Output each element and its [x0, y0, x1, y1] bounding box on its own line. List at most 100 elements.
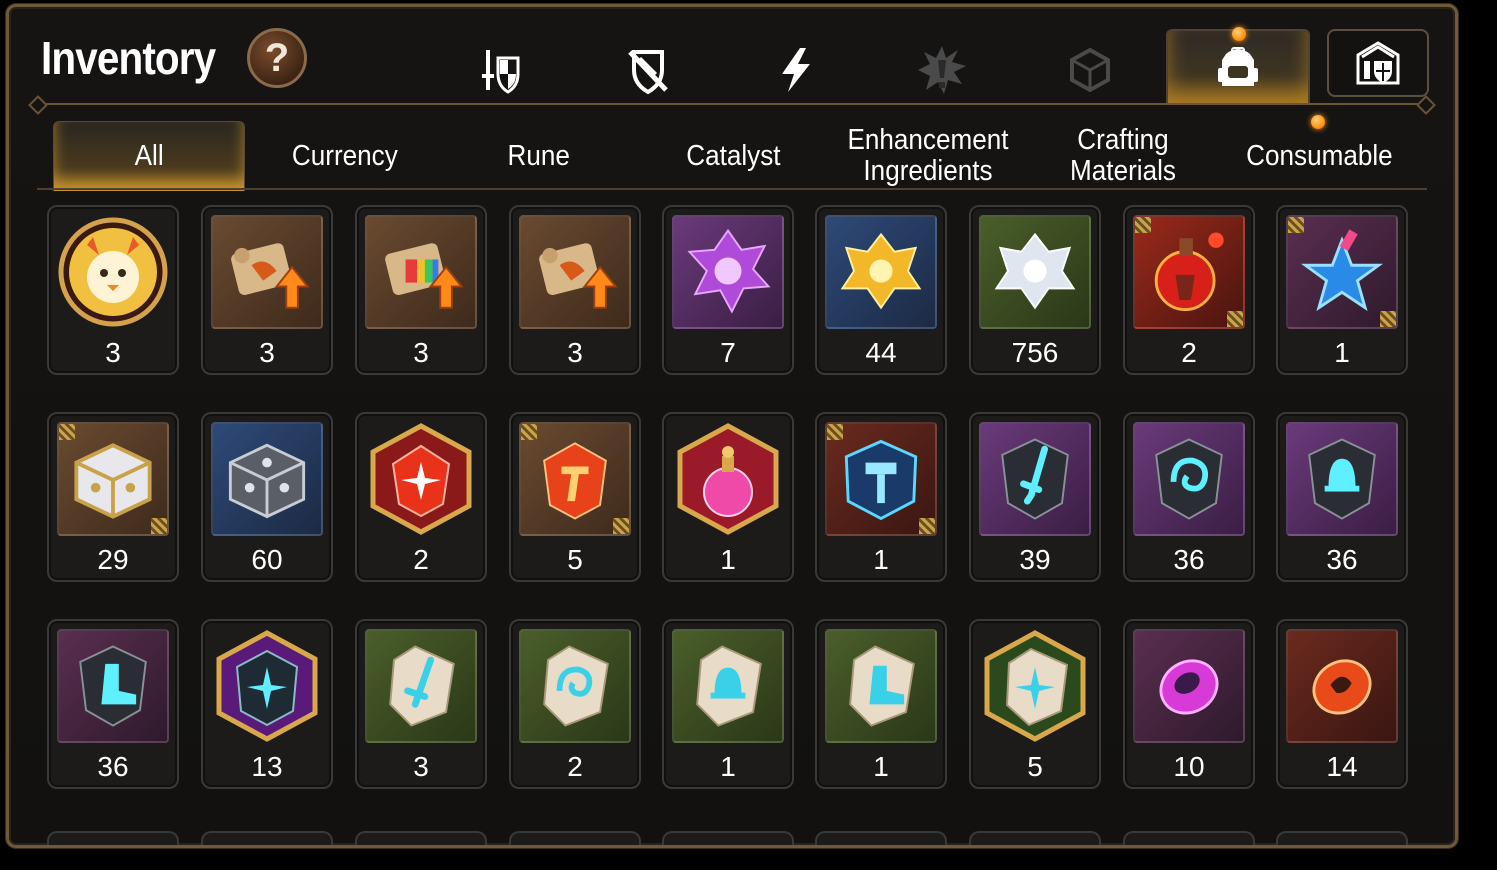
inventory-slot[interactable] [815, 831, 947, 845]
item-count: 14 [1326, 751, 1358, 782]
fire-orb-icon [1286, 629, 1398, 743]
inventory-slot[interactable]: 2 [509, 619, 641, 789]
question-icon: ? [264, 35, 290, 80]
inventory-slot[interactable]: 44 [815, 205, 947, 375]
pink-potion-hex-icon [672, 422, 784, 536]
subtab-enhancement-ingredients[interactable]: Enhancement Ingredients [833, 121, 1023, 191]
item-count: 3 [259, 337, 275, 368]
subtab-consumable[interactable]: Consumable [1219, 115, 1419, 191]
castle-shield-icon [1356, 41, 1400, 85]
hammer-stone-icon [825, 422, 937, 536]
item-count: 13 [251, 751, 283, 782]
notification-dot [1232, 27, 1246, 41]
inventory-slot[interactable]: 13 [201, 619, 333, 789]
inventory-slot[interactable] [355, 831, 487, 845]
purple-crystal-icon [672, 215, 784, 329]
tab-special[interactable] [907, 35, 977, 105]
item-count: 7 [720, 337, 736, 368]
inventory-slot[interactable] [662, 831, 794, 845]
inventory-slot[interactable] [47, 831, 179, 845]
inventory-slot[interactable]: 1 [662, 412, 794, 582]
lightning-icon [782, 48, 810, 92]
inventory-slot[interactable] [1123, 831, 1255, 845]
inventory-slot[interactable]: 1 [1276, 205, 1408, 375]
backpack-icon [1218, 47, 1258, 86]
inventory-slot[interactable] [969, 831, 1101, 845]
spiral-rune-stone-icon [1133, 422, 1245, 536]
inventory-slot[interactable]: 1 [815, 619, 947, 789]
inventory-slot[interactable]: 3 [355, 205, 487, 375]
star-rune-tablet-hex-icon [979, 629, 1091, 743]
item-count: 5 [1027, 751, 1043, 782]
inventory-slot[interactable]: 39 [969, 412, 1101, 582]
red-potion-icon [1133, 215, 1245, 329]
inventory-slot[interactable]: 36 [1123, 412, 1255, 582]
inventory-slot[interactable]: 2 [355, 412, 487, 582]
subtab-divider [37, 188, 1427, 190]
item-count: 5 [567, 544, 583, 575]
subtab-all[interactable]: All [53, 121, 245, 191]
notification-dot [1311, 115, 1325, 129]
inventory-slot[interactable]: 1 [815, 412, 947, 582]
inventory-slot[interactable]: 36 [1276, 412, 1408, 582]
scroll-upgrade-icon [519, 215, 631, 329]
inventory-slot[interactable]: 14 [1276, 619, 1408, 789]
inventory-slot[interactable]: 5 [969, 619, 1101, 789]
burst-icon [918, 46, 966, 94]
tab-speed[interactable] [761, 35, 831, 105]
cube-icon [1070, 47, 1110, 93]
subtab-currency[interactable]: Currency [255, 121, 435, 191]
frame-corner [1440, 830, 1455, 845]
inventory-slot[interactable]: 36 [47, 619, 179, 789]
inventory-slot[interactable] [1276, 831, 1408, 845]
item-count: 3 [105, 337, 121, 368]
inventory-slot[interactable]: 1 [662, 619, 794, 789]
tab-equipment[interactable] [467, 35, 537, 105]
item-count: 36 [1173, 544, 1205, 575]
boot-rune-tablet-icon [825, 629, 937, 743]
item-count: 39 [1019, 544, 1051, 575]
inventory-slot[interactable]: 3 [201, 205, 333, 375]
subtab-crafting-materials[interactable]: Crafting Materials [1033, 121, 1213, 191]
subtab-catalyst[interactable]: Catalyst [643, 121, 823, 191]
star-rune-hex-icon [211, 629, 323, 743]
bell-rune-tablet-icon [672, 629, 784, 743]
spiral-rune-tablet-icon [519, 629, 631, 743]
star-potion-icon [1286, 215, 1398, 329]
tab-gem[interactable] [1055, 35, 1125, 105]
tab-items[interactable] [1166, 27, 1310, 105]
frame-corner [1440, 7, 1455, 22]
gold-crystal-icon [825, 215, 937, 329]
inventory-slot[interactable]: 7 [662, 205, 794, 375]
inventory-slot[interactable]: 3 [509, 205, 641, 375]
inventory-slot[interactable] [201, 831, 333, 845]
header-divider [37, 103, 1427, 105]
inventory-slot[interactable]: 756 [969, 205, 1101, 375]
crossed-shield-icon [628, 50, 668, 95]
inventory-slot[interactable]: 5 [509, 412, 641, 582]
purple-orb-icon [1133, 629, 1245, 743]
tab-no-defense[interactable] [613, 35, 683, 105]
red-rune-hex-icon [365, 422, 477, 536]
item-count: 1 [720, 751, 736, 782]
tab-storage[interactable] [1327, 29, 1429, 97]
item-count: 10 [1173, 751, 1205, 782]
inventory-slot[interactable] [509, 831, 641, 845]
inventory-slot[interactable]: 2 [1123, 205, 1255, 375]
inventory-slot[interactable]: 3 [355, 619, 487, 789]
item-count: 2 [1181, 337, 1197, 368]
item-count: 44 [865, 337, 897, 368]
item-count: 1 [1334, 337, 1350, 368]
inventory-slot[interactable]: 29 [47, 412, 179, 582]
item-count: 2 [567, 751, 583, 782]
item-count: 1 [720, 544, 736, 575]
inventory-slot[interactable]: 60 [201, 412, 333, 582]
inventory-slot[interactable]: 3 [47, 205, 179, 375]
help-button[interactable]: ? [247, 28, 307, 88]
item-count: 2 [413, 544, 429, 575]
inventory-slot[interactable]: 10 [1123, 619, 1255, 789]
frame-corner [9, 7, 24, 22]
red-rune-icon [519, 422, 631, 536]
subtab-rune[interactable]: Rune [449, 121, 629, 191]
page-title: Inventory [41, 32, 216, 84]
